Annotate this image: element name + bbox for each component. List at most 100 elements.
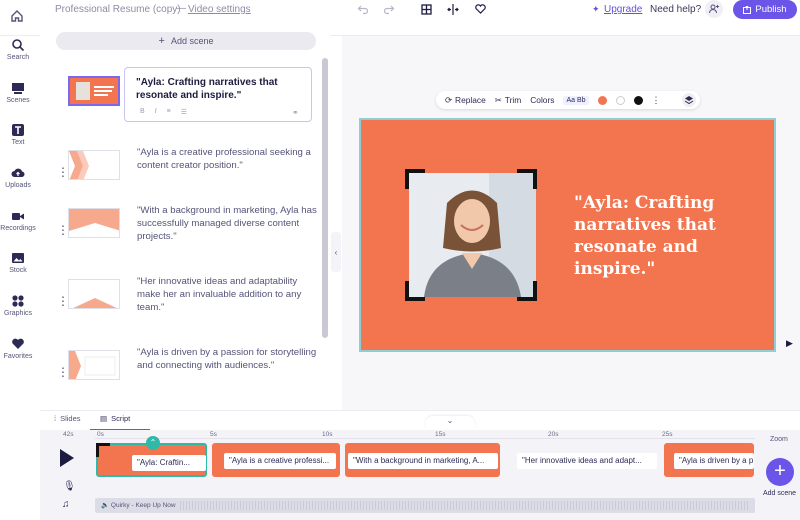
heart-icon[interactable] <box>471 0 489 18</box>
bottom-tabs: ⁞ Slides ▤ Script <box>40 410 800 431</box>
scene-text[interactable]: "With a background in marketing, Ayla ha… <box>137 204 317 243</box>
nav-label: Uploads <box>5 182 31 189</box>
collapse-panel-button[interactable]: ‹ <box>331 232 341 272</box>
add-scene-label: Add scene <box>170 36 214 46</box>
undo-icon[interactable] <box>354 0 372 18</box>
clip-label: "With a background in marketing, A... <box>348 453 498 469</box>
timeline-clip[interactable]: "Her innovative ideas and adapt... <box>505 443 660 477</box>
replace-button[interactable]: ⟳ Replace <box>445 95 486 105</box>
nav-stock[interactable]: Stock <box>0 251 36 274</box>
scene-item[interactable]: ⋮ "With a background in marketing, Ayla … <box>40 204 330 266</box>
zoom-label[interactable]: Zoom <box>770 436 788 443</box>
scene-text[interactable]: "Ayla is driven by a passion for storyte… <box>137 346 317 372</box>
slide-quote[interactable]: "Ayla: Crafting narratives that resonate… <box>574 192 764 280</box>
nav-recordings[interactable]: Recordings <box>0 209 36 232</box>
color-swatch-white[interactable] <box>615 95 625 105</box>
clip-label: "Ayla: Craftin... <box>132 455 206 471</box>
portrait-photo[interactable] <box>409 173 536 297</box>
timeline-clip[interactable]: "Ayla is driven by a p <box>664 443 754 477</box>
scene-item[interactable]: ⋮ "Ayla is driven by a passion for story… <box>40 346 330 408</box>
grid-icon[interactable] <box>417 0 435 18</box>
chevron-up-icon[interactable]: ⌃ <box>146 436 160 450</box>
play-button[interactable] <box>58 448 76 468</box>
nav-label: Scenes <box>6 97 30 104</box>
tab-script[interactable]: ▤ Script <box>100 414 130 423</box>
nav-scenes[interactable]: Scenes <box>0 81 36 104</box>
font-sample[interactable]: Aa Bb <box>563 95 589 105</box>
home-icon[interactable] <box>10 9 28 27</box>
scenes-panel: + Add scene "Ayla: Crafting narratives t… <box>40 24 330 410</box>
add-user-button[interactable] <box>705 0 723 18</box>
trim-button[interactable]: ✂ Trim <box>495 95 521 105</box>
image-icon <box>12 253 24 263</box>
layers-button[interactable] <box>682 93 696 107</box>
title-separator: — <box>176 3 186 14</box>
microphone-icon[interactable]: 🎙 <box>63 481 76 492</box>
nav-graphics[interactable]: Graphics <box>0 294 36 317</box>
add-scene-button[interactable]: + Add scene <box>56 32 316 50</box>
speaker-icon: 🔈 <box>101 502 110 509</box>
color-swatch-black[interactable] <box>633 95 643 105</box>
crop-corner[interactable] <box>405 169 425 189</box>
tab-label: Slides <box>60 414 81 423</box>
redo-icon[interactable] <box>380 0 398 18</box>
link-icon[interactable]: ⚭ <box>292 108 299 117</box>
upgrade-link[interactable]: Upgrade <box>604 4 642 15</box>
document-title[interactable]: Professional Resume (copy) <box>55 4 181 15</box>
bold-icon[interactable]: B <box>140 108 145 116</box>
nav-label: Graphics <box>3 310 32 317</box>
more-options-icon[interactable]: ⋮ <box>652 95 661 106</box>
nav-label: Stock <box>9 267 27 274</box>
nav-favorites[interactable]: Favorites <box>0 337 36 360</box>
nav-uploads[interactable]: Uploads <box>0 166 36 189</box>
crop-corner[interactable] <box>517 281 537 301</box>
scene-text[interactable]: "Ayla: Crafting narratives that resonate… <box>136 76 308 102</box>
scene-thumbnail[interactable] <box>68 76 120 106</box>
timeline-clip[interactable]: "Ayla is a creative professi... <box>212 443 340 477</box>
scene-item[interactable]: "Ayla: Crafting narratives that resonate… <box>40 67 330 134</box>
timeline-clip[interactable]: "Ayla: Craftin... ⌃ <box>96 436 207 477</box>
scene-thumbnail[interactable] <box>68 208 120 238</box>
nav-search[interactable]: Search <box>0 38 36 61</box>
plus-icon: + <box>774 460 786 482</box>
heart-icon <box>12 338 24 349</box>
clip-label: "Ayla is driven by a p <box>674 453 754 469</box>
scene-thumbnail[interactable] <box>68 279 120 309</box>
format-bar: B I ≡ ☰ <box>140 108 187 116</box>
time-mark: 20s <box>548 431 559 438</box>
shapes-icon <box>12 295 24 307</box>
tab-slides[interactable]: ⁞ Slides <box>54 414 81 423</box>
publish-button[interactable]: Publish <box>733 0 797 19</box>
nav-text[interactable]: Text <box>0 123 36 146</box>
color-swatch-orange[interactable] <box>597 95 607 105</box>
scene-text[interactable]: "Her innovative ideas and adaptability m… <box>137 275 317 314</box>
bullet-list-icon[interactable]: ≡ <box>167 108 171 116</box>
expand-timeline-button[interactable]: ⌄ <box>425 416 475 428</box>
add-user-icon <box>709 4 719 14</box>
left-nav: Search Scenes Text Uploads Recordings St… <box>0 36 36 410</box>
music-icon[interactable]: ♫ <box>62 499 70 510</box>
scenes-scrollbar[interactable] <box>322 58 328 338</box>
clip-label: "Her innovative ideas and adapt... <box>517 453 657 469</box>
scene-thumbnail[interactable] <box>68 150 120 180</box>
scene-thumbnail[interactable] <box>68 350 120 380</box>
scene-text[interactable]: "Ayla is a creative professional seeking… <box>137 146 317 172</box>
video-settings-link[interactable]: Video settings <box>188 4 251 15</box>
crop-corner[interactable] <box>405 281 425 301</box>
italic-icon[interactable]: I <box>155 108 157 116</box>
play-icon[interactable]: ▶ <box>786 338 793 349</box>
publish-label: Publish <box>755 4 787 15</box>
numbered-list-icon[interactable]: ☰ <box>181 108 187 116</box>
timeline-clip[interactable]: "With a background in marketing, A... <box>345 443 500 477</box>
scenes-icon <box>12 83 24 94</box>
refresh-icon: ⟳ <box>445 95 453 105</box>
add-scene-round-button[interactable]: + <box>766 458 794 486</box>
scene-item[interactable]: ⋮ "Her innovative ideas and adaptability… <box>40 275 330 337</box>
scene-item[interactable]: ⋮ "Ayla is a creative professional seeki… <box>40 146 330 208</box>
help-link[interactable]: Need help? <box>650 4 701 15</box>
crop-corner[interactable] <box>517 169 537 189</box>
nav-label: Search <box>6 54 30 61</box>
add-scene-round-label: Add scene <box>763 490 797 497</box>
search-icon <box>12 39 25 52</box>
split-icon[interactable] <box>444 0 462 18</box>
